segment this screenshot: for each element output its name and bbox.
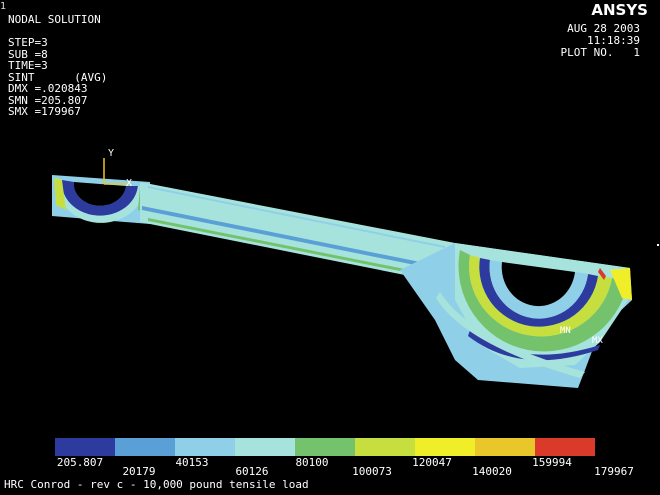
legend-segment <box>355 438 415 456</box>
axis-x-label: X <box>126 178 132 189</box>
legend-label: 120047 <box>412 456 452 469</box>
legend-segment <box>535 438 595 456</box>
legend-label: 205.807 <box>56 456 104 469</box>
legend-label: 20179 <box>122 465 156 478</box>
conrod-model-view[interactable]: Y X MN MX <box>0 0 660 495</box>
legend-label: 60126 <box>235 465 269 478</box>
legend-segment <box>295 438 355 456</box>
legend-label: 140020 <box>472 465 512 478</box>
plot-caption: HRC Conrod - rev c - 10,000 pound tensil… <box>4 478 309 491</box>
legend-label: 40153 <box>175 456 209 469</box>
min-marker: MN <box>560 326 571 336</box>
legend-segment <box>115 438 175 456</box>
legend-segment <box>55 438 115 456</box>
big-end <box>400 243 632 388</box>
legend-segment <box>415 438 475 456</box>
legend-label: 159994 <box>532 456 572 469</box>
legend-label: 179967 <box>594 465 634 478</box>
legend-segment <box>475 438 535 456</box>
contour-legend <box>55 438 595 456</box>
legend-segment <box>175 438 235 456</box>
legend-segment <box>235 438 295 456</box>
small-end <box>52 175 150 224</box>
legend-label: 100073 <box>352 465 392 478</box>
axis-y-label: Y <box>108 148 114 159</box>
legend-label: 80100 <box>295 456 329 469</box>
edge-marker <box>657 244 659 246</box>
max-marker: MX <box>592 336 603 346</box>
